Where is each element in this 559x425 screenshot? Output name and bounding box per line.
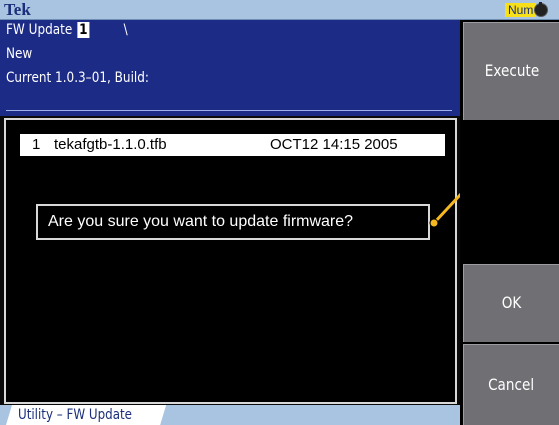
- instrument-screen: Tek Num FW Update 1 \ New Current 1.0.3–01…: [0, 0, 559, 425]
- softkey-blank-2: [463, 200, 559, 262]
- status-bar: Tek Num: [0, 0, 559, 20]
- cancel-button[interactable]: Cancel: [463, 344, 559, 425]
- filename-char-cursor[interactable]: 1: [77, 22, 90, 38]
- file-name: tekafgtb-1.1.0.tfb: [54, 136, 167, 153]
- menu-tab: Utility – FW Update: [6, 405, 166, 425]
- file-browser-panel: [4, 118, 457, 404]
- ok-button[interactable]: OK: [463, 264, 559, 342]
- num-badge: Num: [505, 3, 537, 17]
- execute-button[interactable]: Execute: [463, 22, 559, 120]
- path-separator: \: [123, 22, 128, 38]
- ok-label: OK: [501, 293, 522, 312]
- confirm-message: Are you sure you want to update firmware…: [48, 213, 354, 230]
- run-status-icon: [534, 2, 548, 17]
- file-list-item[interactable]: 1 tekafgtb-1.1.0.tfb OCT12 14:15 2005: [20, 134, 445, 156]
- softkey-blank-1: [463, 122, 559, 198]
- file-index: 1: [32, 136, 41, 153]
- menu-tab-label: Utility – FW Update: [18, 407, 133, 423]
- execute-label: Execute: [484, 61, 539, 80]
- tek-logo: Tek: [4, 0, 31, 19]
- cancel-label: Cancel: [488, 375, 535, 394]
- current-version-label: Current 1.0.3–01, Build:: [6, 70, 149, 86]
- header-divider: [6, 110, 452, 111]
- file-date: OCT12 14:15 2005: [270, 136, 398, 153]
- confirm-dialog: Are you sure you want to update firmware…: [36, 204, 430, 240]
- new-version-label: New: [6, 46, 33, 62]
- fw-update-title: FW Update: [6, 22, 73, 38]
- fw-update-title-row: FW Update 1 \: [6, 21, 128, 39]
